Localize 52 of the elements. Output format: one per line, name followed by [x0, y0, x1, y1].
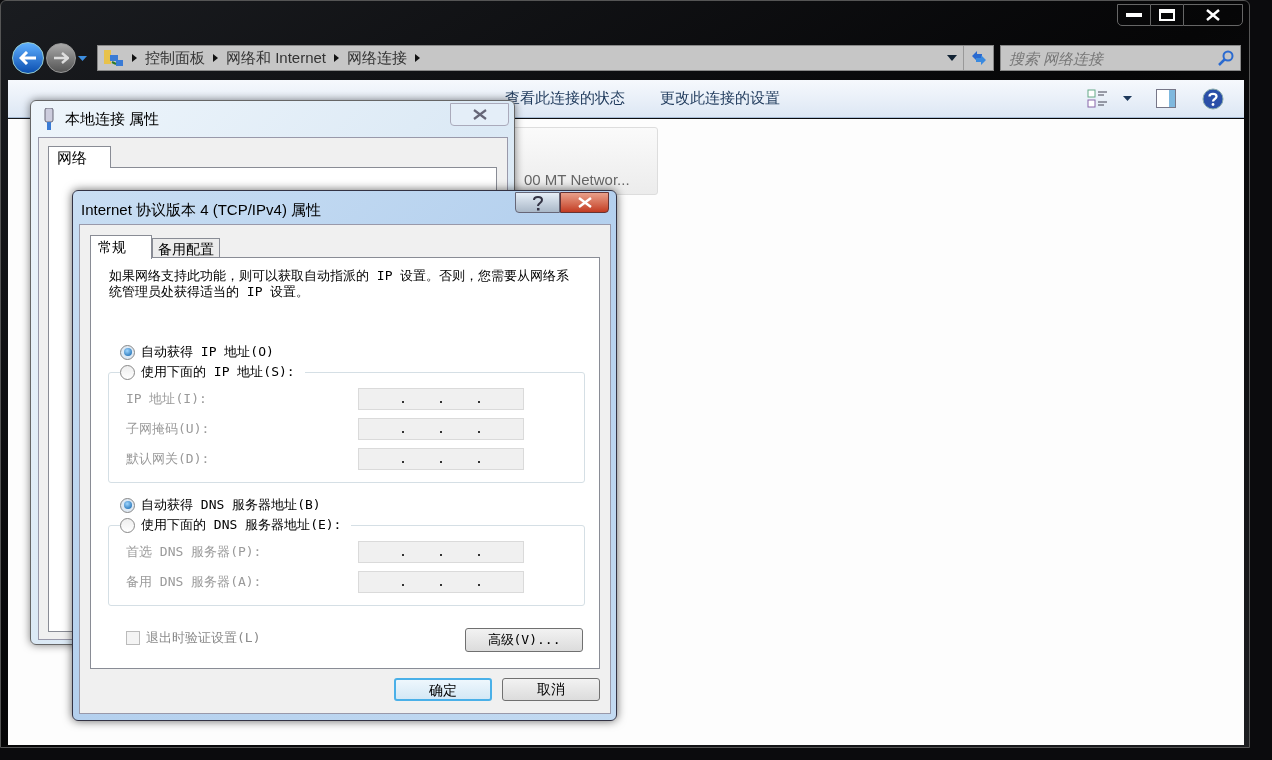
field-label: 备用 DNS 服务器(A):: [126, 573, 263, 592]
breadcrumb-arrow-icon[interactable]: [334, 54, 340, 62]
close-icon: [1206, 9, 1220, 21]
maximize-icon: [1159, 9, 1175, 21]
breadcrumb[interactable]: 网络和 Internet: [226, 46, 327, 70]
description-text: 如果网络支持此功能，则可以获取自动指派的 IP 设置。否则，您需要从网络系统管理员处获得适当的 IP 设置。: [109, 268, 571, 300]
help-button[interactable]: [515, 192, 560, 213]
tab[interactable]: 备用配置: [152, 238, 220, 258]
radio-label: 自动获得 DNS 服务器地址(B): [141, 496, 321, 515]
tab[interactable]: 常规: [90, 235, 152, 259]
field-label: 子网掩码(U):: [126, 420, 211, 439]
close-icon: [472, 109, 487, 120]
close-button[interactable]: [1183, 4, 1243, 26]
view-options-icon[interactable]: [1087, 88, 1109, 109]
history-caret-icon: [78, 55, 87, 61]
forward-arrow-icon: [53, 52, 69, 64]
minimize-icon: [1126, 13, 1142, 17]
back-arrow-icon: [19, 51, 37, 65]
cancel-button[interactable]: 取消: [502, 678, 600, 701]
tab[interactable]: 网络: [48, 146, 111, 168]
address-bar[interactable]: 控制面板 网络和 Internet 网络连接: [97, 45, 994, 71]
radio-label: 自动获得 IP 地址(O): [141, 343, 274, 362]
search-field[interactable]: 搜索 网络连接: [1000, 45, 1241, 71]
help-icon[interactable]: [1202, 87, 1224, 110]
breadcrumb-arrow-icon[interactable]: [213, 54, 218, 62]
network-adapter-icon: [43, 108, 55, 130]
preview-pane-icon[interactable]: [1156, 89, 1176, 108]
radio-label: 使用下面的 DNS 服务器地址(E):: [141, 516, 342, 535]
close-icon: [577, 197, 592, 208]
breadcrumb-arrow-icon[interactable]: [132, 54, 137, 62]
minimize-button[interactable]: [1117, 4, 1151, 26]
search-icon: [1218, 50, 1234, 66]
breadcrumb[interactable]: 网络连接: [347, 46, 408, 70]
help-icon: [531, 194, 544, 211]
ok-button[interactable]: 确定: [394, 678, 492, 701]
connection-name: 00 MT Networ...: [524, 169, 630, 190]
dropdown-caret-icon[interactable]: [947, 55, 957, 61]
field-label: IP 地址(I):: [126, 390, 208, 409]
dialog-title: Internet 协议版本 4 (TCP/IPv4) 属性: [81, 200, 322, 220]
network-folder-icon: [104, 49, 124, 67]
maximize-button[interactable]: [1151, 4, 1183, 26]
field-label: 默认网关(D):: [126, 450, 211, 469]
radio-label: 使用下面的 IP 地址(S):: [141, 363, 295, 382]
dialog-title: 本地连接 属性: [65, 108, 160, 129]
checkbox-label: 退出时验证设置(L): [146, 629, 261, 647]
field-label: 首选 DNS 服务器(P):: [126, 543, 263, 562]
advanced-button[interactable]: 高级(V)...: [465, 628, 583, 652]
breadcrumb[interactable]: 控制面板: [145, 46, 205, 70]
toolbar-button[interactable]: 更改此连接的设置: [660, 87, 780, 110]
close-button[interactable]: [560, 192, 609, 213]
view-caret-icon[interactable]: [1123, 96, 1132, 101]
breadcrumb-arrow-icon[interactable]: [415, 54, 421, 62]
